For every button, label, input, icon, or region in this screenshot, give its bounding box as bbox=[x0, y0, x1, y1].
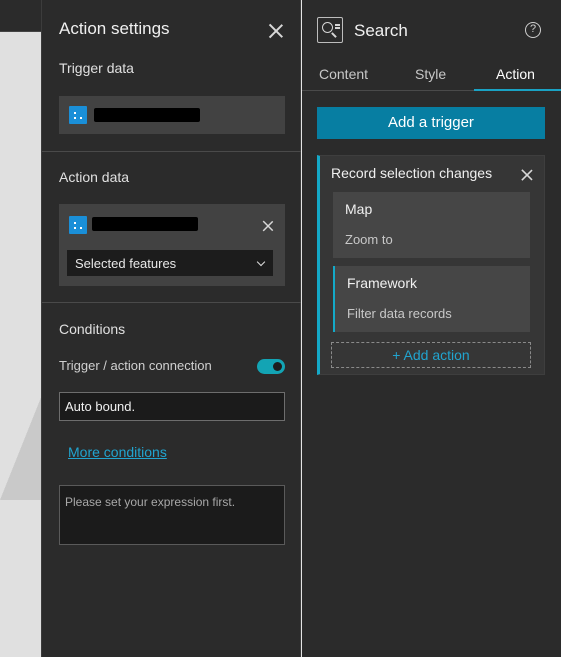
canvas-shape bbox=[0, 395, 42, 500]
divider bbox=[42, 302, 301, 303]
trigger-card: Record selection changes Map Zoom to Fra… bbox=[317, 155, 545, 375]
data-source-icon bbox=[69, 106, 87, 124]
divider bbox=[42, 151, 301, 152]
selected-features-dropdown[interactable]: Selected features bbox=[67, 250, 273, 276]
close-icon[interactable] bbox=[521, 169, 534, 182]
help-icon[interactable]: ? bbox=[525, 22, 541, 38]
redacted-name bbox=[92, 217, 198, 231]
action-data-source: Selected features bbox=[59, 204, 285, 286]
redacted-name bbox=[94, 108, 200, 122]
connection-toggle[interactable] bbox=[257, 359, 285, 374]
action-item-framework[interactable]: Framework Filter data records bbox=[333, 266, 530, 332]
action-name: Framework bbox=[347, 275, 418, 291]
expression-textarea[interactable]: Please set your expression first. bbox=[59, 485, 285, 545]
auto-bound-field[interactable]: Auto bound. bbox=[59, 392, 285, 421]
connection-label: Trigger / action connection bbox=[59, 358, 212, 373]
trigger-data-title: Trigger data bbox=[59, 60, 134, 76]
canvas-topbar bbox=[0, 0, 42, 32]
trigger-title: Record selection changes bbox=[331, 165, 493, 181]
data-source-icon bbox=[69, 216, 87, 234]
add-action-button[interactable]: + Add action bbox=[331, 342, 531, 368]
tab-bar: Content Style Action bbox=[302, 60, 561, 91]
remove-data-icon[interactable] bbox=[262, 220, 274, 232]
search-widget-icon bbox=[317, 17, 343, 43]
action-name: Map bbox=[345, 201, 373, 217]
widget-settings-panel: Search ? Content Style Action Add a trig… bbox=[302, 0, 561, 657]
trigger-data-source[interactable] bbox=[59, 96, 285, 134]
tab-content[interactable]: Content bbox=[319, 66, 368, 82]
action-settings-panel: Action settings Trigger data Action data… bbox=[41, 0, 301, 657]
dropdown-value: Selected features bbox=[75, 256, 177, 271]
action-item-map[interactable]: Map Zoom to bbox=[333, 192, 530, 258]
panel-title: Action settings bbox=[59, 19, 170, 38]
conditions-title: Conditions bbox=[59, 321, 126, 337]
action-data-title: Action data bbox=[59, 169, 130, 185]
close-icon[interactable] bbox=[268, 23, 284, 39]
more-conditions-link[interactable]: More conditions bbox=[68, 444, 167, 460]
action-description: Filter data records bbox=[347, 306, 452, 321]
tab-action[interactable]: Action bbox=[496, 66, 535, 82]
action-description: Zoom to bbox=[345, 232, 393, 247]
canvas-background bbox=[0, 0, 42, 657]
widget-title: Search bbox=[354, 21, 408, 40]
add-trigger-button[interactable]: Add a trigger bbox=[317, 107, 545, 139]
active-tab-indicator bbox=[474, 89, 561, 91]
tab-style[interactable]: Style bbox=[415, 66, 446, 82]
chevron-down-icon bbox=[256, 257, 266, 267]
